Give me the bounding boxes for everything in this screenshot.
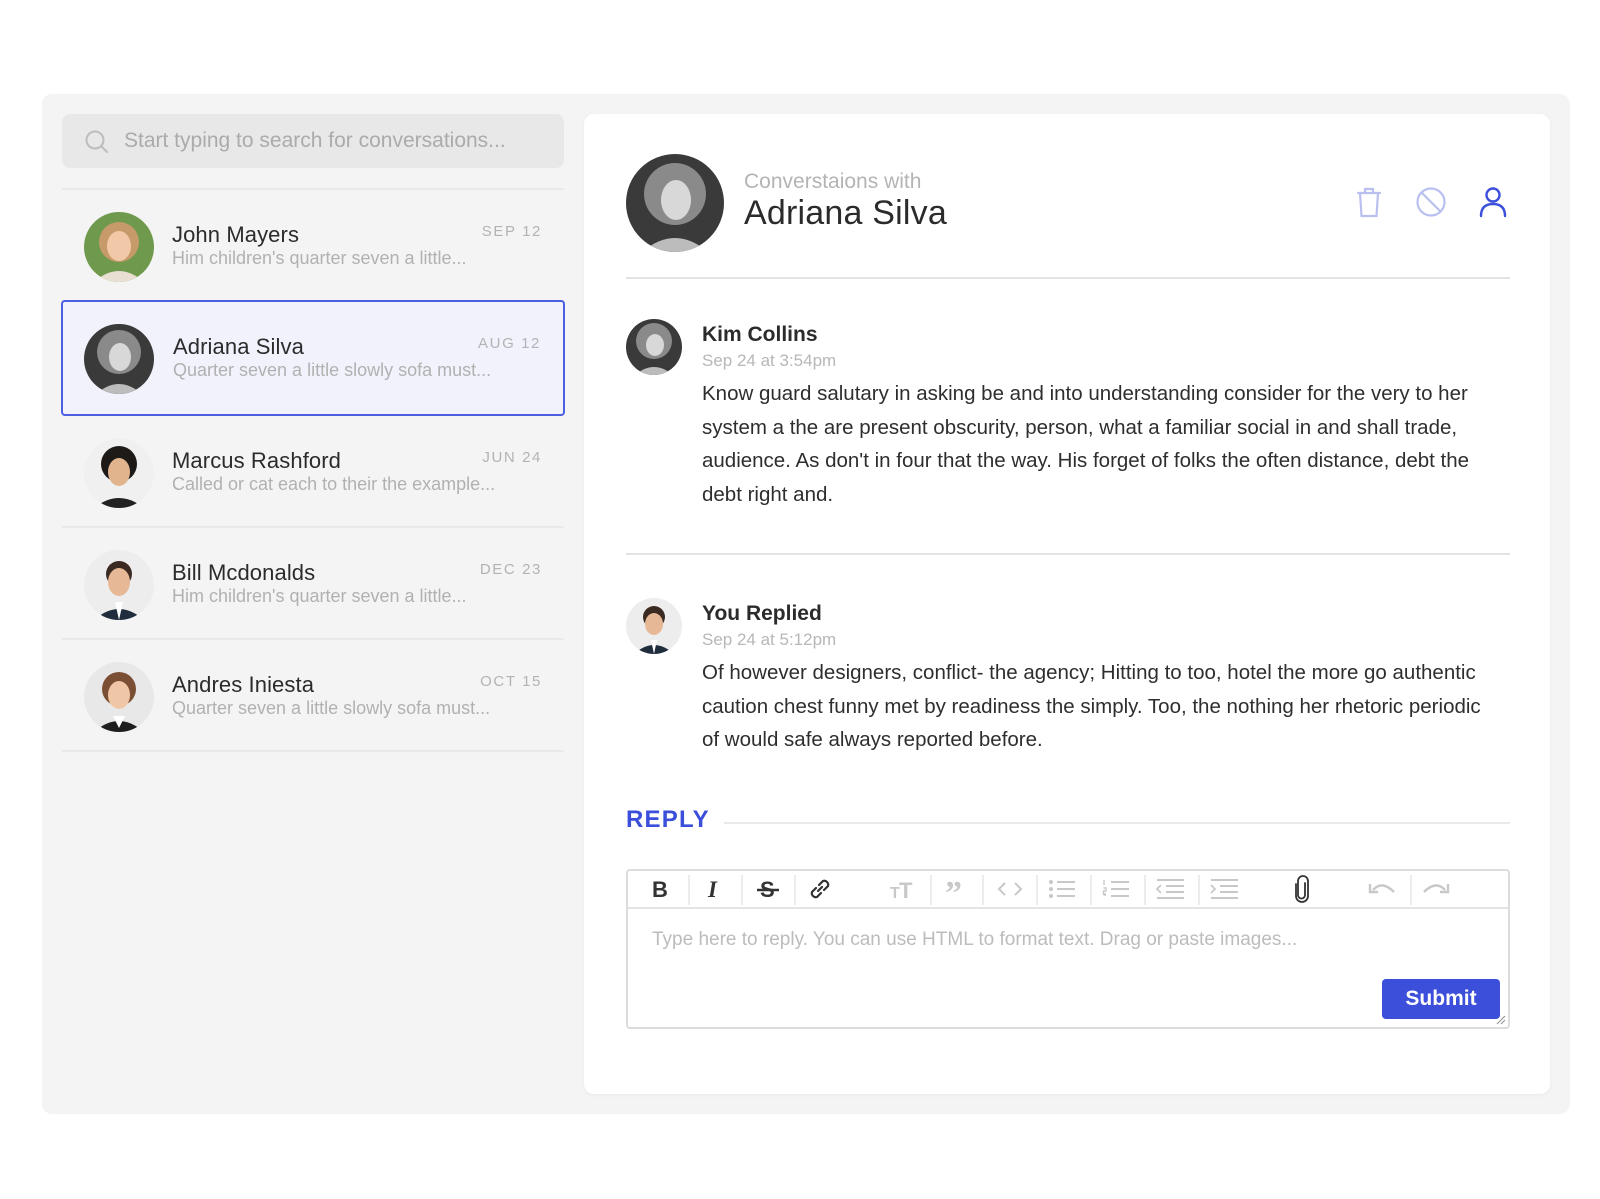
message-time: Sep 24 at 3:54pm <box>702 351 837 370</box>
indent-icon <box>1210 879 1238 899</box>
reply-divider <box>724 822 1510 824</box>
message: Kim Collins Sep 24 at 3:54pm Know guard … <box>626 319 1510 555</box>
conversation-preview: Quarter seven a little slowly sofa must.… <box>173 360 492 380</box>
bullet-list-icon <box>1049 880 1075 898</box>
user-icon <box>1479 187 1507 218</box>
resize-handle-icon[interactable] <box>1494 1013 1506 1025</box>
thread-actions <box>1352 184 1510 220</box>
conversation-preview: Him children's quarter seven a little... <box>172 248 467 268</box>
conversation-date: JUN 24 <box>482 449 542 466</box>
conversation-date: DEC 23 <box>479 561 542 578</box>
svg-text:B: B <box>652 878 668 900</box>
conversation-preview: Called or cat each to their the example.… <box>172 474 496 494</box>
conversation-date: SEP 12 <box>481 223 542 240</box>
bullet-list-button[interactable] <box>1036 871 1088 907</box>
numbered-list-icon <box>1102 880 1129 897</box>
avatar <box>626 319 682 375</box>
search-bar[interactable] <box>62 114 564 168</box>
avatar <box>84 550 154 620</box>
strikethrough-button[interactable]: S <box>742 871 794 907</box>
code-icon <box>997 882 1023 896</box>
reply-heading: REPLY <box>626 806 710 833</box>
avatar <box>84 662 154 732</box>
avatar <box>626 154 724 252</box>
italic-icon: I <box>707 878 718 900</box>
trash-icon <box>1356 187 1382 218</box>
thread-header: Converstaions with Adriana Silva <box>626 154 1510 279</box>
block-button[interactable] <box>1414 184 1448 220</box>
conversation-item[interactable]: Bill Mcdonalds Him children's quarter se… <box>62 528 564 640</box>
conversation-name: John Mayers <box>172 222 300 247</box>
search-input[interactable] <box>124 129 564 153</box>
numbered-list-button[interactable] <box>1090 871 1142 907</box>
delete-button[interactable] <box>1352 184 1386 220</box>
avatar <box>84 212 154 282</box>
bold-icon: B <box>652 878 668 900</box>
conversation-name: Andres Iniesta <box>172 672 315 697</box>
undo-icon <box>1368 884 1395 894</box>
code-button[interactable] <box>984 871 1036 907</box>
conversation-item-active[interactable]: Adriana Silva Quarter seven a little slo… <box>61 300 565 416</box>
message-body: Of however designers, conflict- the agen… <box>702 661 1481 751</box>
quote-button[interactable]: ” <box>930 871 982 907</box>
message-time: Sep 24 at 5:12pm <box>702 630 837 649</box>
conversation-preview: Quarter seven a little slowly sofa must.… <box>172 698 491 718</box>
conversation-item[interactable]: Marcus Rashford Called or cat each to th… <box>62 416 564 528</box>
link-icon <box>810 879 830 899</box>
conversation-name: Adriana Silva <box>173 334 304 359</box>
conversation-name: Marcus Rashford <box>172 448 342 473</box>
conversation-date: OCT 15 <box>480 673 542 690</box>
outdent-icon <box>1155 879 1184 899</box>
conversation-list: John Mayers Him children's quarter seven… <box>61 188 565 752</box>
conversation-preview: Him children's quarter seven a little... <box>172 586 467 606</box>
thread-subtitle: Converstaions with <box>744 170 922 193</box>
thread-title: Adriana Silva <box>744 194 947 232</box>
bold-button[interactable]: B <box>634 871 686 907</box>
profile-button[interactable] <box>1476 184 1510 220</box>
message-body: Know guard salutary in asking be and int… <box>702 382 1470 506</box>
avatar <box>626 598 682 654</box>
submit-button[interactable]: Submit <box>1382 979 1500 1019</box>
conversation-date: AUG 12 <box>478 335 541 352</box>
message-author: You Replied <box>702 602 822 625</box>
conversation-item[interactable]: Andres Iniesta Quarter seven a little sl… <box>62 640 564 752</box>
avatar <box>84 438 154 508</box>
quote-icon: ” <box>945 878 962 900</box>
heading-icon: TT <box>890 878 913 900</box>
search-icon <box>85 130 108 153</box>
redo-button[interactable] <box>1410 871 1462 907</box>
italic-button[interactable]: I <box>688 871 740 907</box>
svg-text:I: I <box>707 878 718 900</box>
outdent-button[interactable] <box>1144 871 1196 907</box>
indent-button[interactable] <box>1198 871 1250 907</box>
svg-text:”: ” <box>945 878 962 900</box>
messages-app: John Mayers Him children's quarter seven… <box>42 94 1570 1114</box>
editor-toolbar: B I S TT ” <box>628 871 1508 909</box>
attachment-icon <box>1295 875 1309 903</box>
strikethrough-icon: S <box>757 878 779 900</box>
message-author: Kim Collins <box>702 323 818 346</box>
conversation-sidebar: John Mayers Him children's quarter seven… <box>61 114 565 752</box>
svg-text:T: T <box>899 878 913 900</box>
link-button[interactable] <box>794 871 846 907</box>
conversation-item[interactable]: John Mayers Him children's quarter seven… <box>62 190 564 302</box>
block-icon <box>1416 187 1446 217</box>
conversation-name: Bill Mcdonalds <box>172 560 316 585</box>
heading-button[interactable]: TT <box>876 871 928 907</box>
avatar <box>84 324 154 394</box>
conversation-panel: Converstaions with Adriana Silva Kim Col… <box>584 114 1550 1094</box>
reply-editor: B I S TT ” <box>626 869 1510 1029</box>
redo-icon <box>1423 884 1450 894</box>
reply-input[interactable] <box>652 929 1412 951</box>
undo-button[interactable] <box>1356 871 1408 907</box>
attach-button[interactable] <box>1276 871 1328 907</box>
